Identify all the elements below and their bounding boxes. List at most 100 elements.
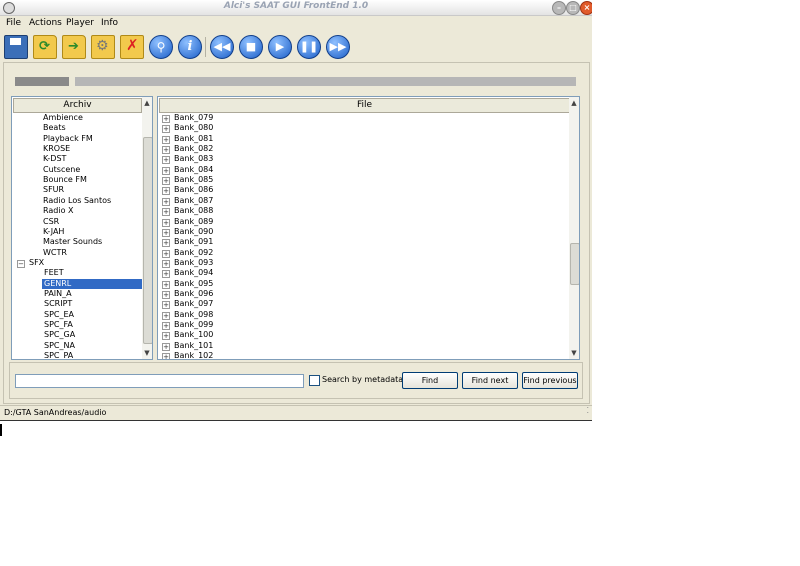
- info-icon[interactable]: i: [178, 35, 202, 59]
- archive-tree-item[interactable]: Beats: [43, 123, 66, 133]
- file-list-item[interactable]: Bank_093: [174, 258, 213, 268]
- file-list-item[interactable]: Bank_090: [174, 227, 213, 237]
- find-button[interactable]: Find: [402, 372, 458, 389]
- archive-tree-item[interactable]: Cutscene: [43, 165, 80, 175]
- search-icon[interactable]: ⚲: [149, 35, 173, 59]
- save-icon[interactable]: [4, 35, 28, 59]
- file-list-item[interactable]: Bank_101: [174, 341, 213, 351]
- pause-icon[interactable]: ❚❚: [297, 35, 321, 59]
- expand-icon[interactable]: +: [162, 177, 170, 186]
- expand-icon[interactable]: +: [162, 218, 170, 227]
- file-list-item[interactable]: Bank_091: [174, 237, 213, 247]
- archive-tree-item[interactable]: Radio Los Santos: [43, 196, 111, 206]
- expand-icon[interactable]: +: [162, 239, 170, 248]
- expand-icon[interactable]: +: [162, 290, 170, 299]
- resize-grip-icon[interactable]: ⁚: [586, 404, 589, 418]
- minimize-button[interactable]: –: [552, 1, 566, 15]
- archive-tree-item[interactable]: SPC_PA: [42, 351, 73, 359]
- archive-tree-item[interactable]: SPC_NA: [42, 341, 75, 351]
- file-list-item[interactable]: Bank_100: [174, 330, 213, 340]
- menu-actions[interactable]: Actions: [29, 18, 62, 28]
- file-list-item[interactable]: Bank_089: [174, 217, 213, 227]
- archive-header[interactable]: Archiv: [13, 98, 142, 113]
- archive-tree-item[interactable]: Master Sounds: [43, 237, 102, 247]
- stop-icon[interactable]: ■: [239, 35, 263, 59]
- collapse-icon[interactable]: −: [17, 259, 25, 268]
- search-input[interactable]: [15, 374, 304, 388]
- file-scrollbar[interactable]: ▲ ▼: [569, 97, 579, 359]
- archive-tree-item[interactable]: CSR: [43, 217, 59, 227]
- find-previous-button[interactable]: Find previous: [522, 372, 578, 389]
- archive-scroll-thumb[interactable]: [143, 137, 152, 344]
- file-list-item[interactable]: Bank_097: [174, 299, 213, 309]
- archive-tree-item[interactable]: K-DST: [43, 154, 66, 164]
- expand-icon[interactable]: +: [162, 228, 170, 237]
- file-list-item[interactable]: Bank_086: [174, 185, 213, 195]
- expand-icon[interactable]: +: [162, 322, 170, 330]
- archive-tree-item[interactable]: Playback FM: [43, 134, 93, 144]
- expand-icon[interactable]: +: [162, 342, 170, 351]
- archive-tree-item[interactable]: SPC_FA: [42, 320, 73, 330]
- expand-icon[interactable]: +: [162, 208, 170, 217]
- menu-file[interactable]: File: [6, 18, 21, 28]
- file-list-item[interactable]: Bank_080: [174, 123, 213, 133]
- file-list-item[interactable]: Bank_083: [174, 154, 213, 164]
- expand-icon[interactable]: +: [162, 187, 170, 196]
- expand-icon[interactable]: +: [162, 280, 170, 289]
- archive-tree-item[interactable]: FEET: [42, 268, 64, 278]
- expand-icon[interactable]: +: [162, 249, 170, 258]
- expand-icon[interactable]: +: [162, 115, 170, 123]
- archive-tree-item[interactable]: PAIN_A: [42, 289, 72, 299]
- archive-tree-item[interactable]: SPC_EA: [42, 310, 74, 320]
- expand-icon[interactable]: +: [162, 197, 170, 206]
- expand-icon[interactable]: +: [162, 125, 170, 134]
- file-list-item[interactable]: Bank_102: [174, 351, 213, 359]
- scroll-down-icon[interactable]: ▼: [142, 348, 152, 358]
- archive-scrollbar[interactable]: ▲ ▼: [142, 97, 152, 359]
- file-scroll-thumb[interactable]: [570, 243, 579, 285]
- file-list-item[interactable]: Bank_081: [174, 134, 213, 144]
- expand-icon[interactable]: +: [162, 146, 170, 155]
- close-button[interactable]: ×: [580, 1, 592, 15]
- archive-tree-item[interactable]: SCRIPT: [42, 299, 72, 309]
- find-next-button[interactable]: Find next: [462, 372, 518, 389]
- folder-forward-icon[interactable]: ➔: [62, 35, 86, 59]
- maximize-button[interactable]: □: [566, 1, 580, 15]
- scroll-up-icon[interactable]: ▲: [142, 98, 152, 108]
- folder-settings-icon[interactable]: ⚙: [91, 35, 115, 59]
- metadata-checkbox[interactable]: [309, 375, 320, 386]
- scroll-down-icon[interactable]: ▼: [569, 348, 579, 358]
- fast-forward-icon[interactable]: ▶▶: [326, 35, 350, 59]
- file-list-item[interactable]: Bank_094: [174, 268, 213, 278]
- file-list-item[interactable]: Bank_087: [174, 196, 213, 206]
- rewind-icon[interactable]: ◀◀: [210, 35, 234, 59]
- open-folder-icon[interactable]: ⟳: [33, 35, 57, 59]
- expand-icon[interactable]: +: [162, 353, 170, 359]
- archive-tree-item[interactable]: SFUR: [43, 185, 64, 195]
- archive-tree-item[interactable]: GENRL: [42, 278, 143, 289]
- menu-info[interactable]: Info: [101, 18, 118, 28]
- file-list-item[interactable]: Bank_099: [174, 320, 213, 330]
- file-list-item[interactable]: Bank_079: [174, 113, 213, 123]
- file-list-item[interactable]: Bank_085: [174, 175, 213, 185]
- expand-icon[interactable]: +: [162, 301, 170, 310]
- file-list-item[interactable]: Bank_088: [174, 206, 213, 216]
- play-icon[interactable]: ▶: [268, 35, 292, 59]
- file-list-item[interactable]: Bank_096: [174, 289, 213, 299]
- archive-tree-item[interactable]: Radio X: [43, 206, 74, 216]
- file-list-item[interactable]: Bank_092: [174, 248, 213, 258]
- expand-icon[interactable]: +: [162, 270, 170, 279]
- archive-tree-item[interactable]: WCTR: [43, 248, 67, 258]
- expand-icon[interactable]: +: [162, 311, 170, 320]
- file-list-item[interactable]: Bank_098: [174, 310, 213, 320]
- scroll-up-icon[interactable]: ▲: [569, 98, 579, 108]
- archive-tree[interactable]: Archiv Ambience Beats Playback FM KROSE K-DS…: [11, 96, 153, 360]
- file-list-item[interactable]: Bank_095: [174, 279, 213, 289]
- menu-player[interactable]: Player: [66, 18, 94, 28]
- file-list[interactable]: File + Bank_079 + Bank_080 + Bank_081 + Bank_08…: [157, 96, 580, 360]
- delete-folder-icon[interactable]: ✗: [120, 35, 144, 59]
- expand-icon[interactable]: +: [162, 135, 170, 144]
- archive-tree-item[interactable]: Bounce FM: [43, 175, 87, 185]
- expand-icon[interactable]: +: [162, 332, 170, 341]
- archive-tree-item[interactable]: Ambience: [43, 113, 83, 123]
